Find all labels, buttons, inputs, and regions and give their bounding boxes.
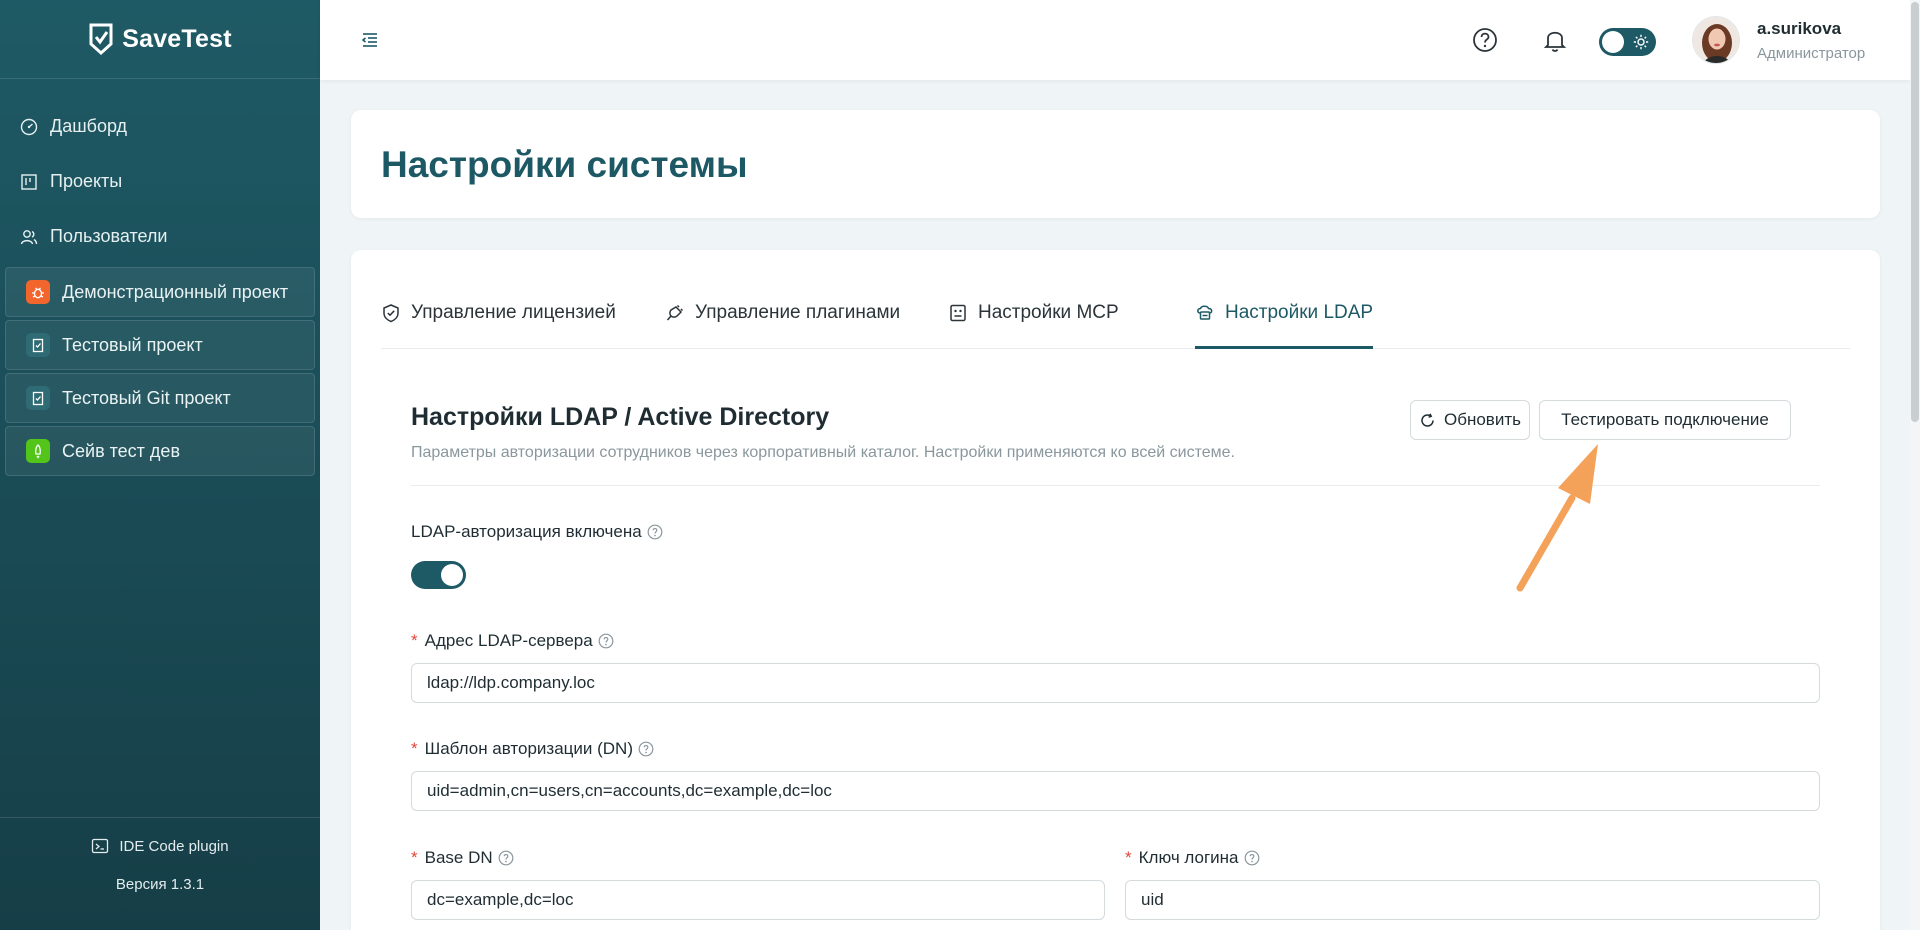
user-name[interactable]: a.surikova bbox=[1757, 19, 1841, 39]
question-icon[interactable] bbox=[498, 850, 514, 866]
user-avatar[interactable] bbox=[1692, 16, 1740, 64]
base-dn-text: Base DN bbox=[424, 848, 493, 867]
question-icon[interactable] bbox=[598, 633, 614, 649]
ldap-section-subtitle: Параметры авторизации сотрудников через … bbox=[411, 444, 1235, 461]
tab-label: Настройки MCP bbox=[978, 302, 1119, 323]
brand[interactable]: SaveTest bbox=[0, 0, 320, 79]
login-key-label: * Ключ логина bbox=[1125, 848, 1260, 868]
theme-toggle-knob bbox=[1602, 31, 1624, 53]
ldap-enabled-label: LDAP-авторизация включена bbox=[411, 522, 663, 542]
required-mark: * bbox=[411, 631, 418, 650]
server-address-text: Адрес LDAP-сервера bbox=[424, 631, 593, 650]
app-version: Версия 1.3.1 bbox=[115, 876, 205, 893]
question-icon[interactable] bbox=[647, 524, 663, 540]
kanban-icon bbox=[21, 173, 37, 190]
login-key-input[interactable] bbox=[1125, 880, 1820, 920]
sun-icon bbox=[1633, 34, 1649, 50]
sidebar-item-projects[interactable]: Проекты bbox=[0, 154, 320, 209]
settings-tabs: Управление лицензией Управление плагинам… bbox=[381, 250, 1850, 349]
project-label: Тестовый проект bbox=[62, 334, 203, 355]
required-mark: * bbox=[411, 739, 418, 758]
question-icon[interactable] bbox=[1244, 850, 1260, 866]
sidebar-item-dashboard[interactable]: Дашборд bbox=[0, 99, 320, 154]
sidebar: SaveTest Дашборд Проекты Пользователи Де… bbox=[0, 0, 320, 930]
tab-mcp[interactable]: Настройки MCP bbox=[948, 302, 1119, 349]
dn-template-label: * Шаблон авторизации (DN) bbox=[411, 739, 654, 759]
settings-card: Управление лицензией Управление плагинам… bbox=[351, 250, 1880, 930]
brand-name: SaveTest bbox=[122, 24, 232, 53]
project-item-test[interactable]: Тестовый проект bbox=[5, 320, 315, 370]
savetest-logo-icon bbox=[89, 23, 113, 56]
required-mark: * bbox=[1125, 848, 1132, 867]
clipboard-check-icon bbox=[26, 386, 50, 410]
project-label: Сейв тест дев bbox=[62, 440, 181, 461]
dashboard-icon bbox=[20, 118, 38, 135]
project-label: Тестовый Git проект bbox=[62, 387, 231, 408]
ldap-enabled-switch[interactable] bbox=[411, 561, 466, 589]
refresh-button[interactable]: Обновить bbox=[1410, 400, 1530, 440]
tab-label: Управление плагинами bbox=[695, 302, 901, 323]
user-photo bbox=[1693, 17, 1739, 63]
users-icon bbox=[20, 229, 38, 244]
ide-plugin-link[interactable]: IDE Code plugin bbox=[0, 818, 320, 874]
page-title: Настройки системы bbox=[381, 144, 748, 185]
server-address-label: * Адрес LDAP-сервера bbox=[411, 631, 614, 651]
tab-plugins[interactable]: Управление плагинами bbox=[665, 302, 900, 349]
sidebar-item-label: Пользователи bbox=[50, 226, 168, 246]
server-address-input[interactable] bbox=[411, 663, 1820, 703]
project-list: Демонстрационный проект Тестовый проект … bbox=[0, 267, 320, 476]
scrollbar-thumb[interactable] bbox=[1911, 2, 1919, 422]
dn-template-text: Шаблон авторизации (DN) bbox=[424, 739, 633, 758]
tab-license[interactable]: Управление лицензией bbox=[381, 302, 616, 349]
terminal-icon bbox=[92, 838, 109, 854]
plug-icon bbox=[666, 304, 684, 321]
rocket-icon bbox=[26, 439, 50, 463]
project-item-git[interactable]: Тестовый Git проект bbox=[5, 373, 315, 423]
tab-label: Настройки LDAP bbox=[1225, 302, 1374, 323]
test-connection-label: Тестировать подключение bbox=[1561, 410, 1769, 429]
base-dn-input[interactable] bbox=[411, 880, 1105, 920]
project-item-save-dev[interactable]: Сейв тест дев bbox=[5, 426, 315, 476]
switch-knob bbox=[441, 564, 463, 586]
base-dn-label: * Base DN bbox=[411, 848, 514, 868]
help-icon[interactable] bbox=[1471, 26, 1499, 54]
sidebar-item-users[interactable]: Пользователи bbox=[0, 209, 320, 264]
project-label: Демонстрационный проект bbox=[62, 281, 289, 302]
login-key-text: Ключ логина bbox=[1138, 848, 1239, 867]
sidebar-item-label: Дашборд bbox=[50, 116, 128, 136]
page-title-card: Настройки системы bbox=[351, 110, 1880, 218]
required-mark: * bbox=[411, 848, 418, 867]
sidebar-footer: IDE Code plugin Версия 1.3.1 bbox=[0, 817, 320, 930]
notification-bell-icon[interactable] bbox=[1541, 26, 1569, 54]
menu-collapse-icon[interactable] bbox=[360, 30, 380, 50]
tab-ldap[interactable]: Настройки LDAP bbox=[1195, 302, 1374, 349]
question-icon[interactable] bbox=[638, 741, 654, 757]
page-scrollbar[interactable] bbox=[1910, 0, 1920, 930]
refresh-button-label: Обновить bbox=[1444, 410, 1521, 429]
user-role: Администратор bbox=[1757, 45, 1866, 62]
annotation-arrow-icon bbox=[1516, 444, 1598, 592]
refresh-icon bbox=[1421, 412, 1434, 427]
dn-template-input[interactable] bbox=[411, 771, 1820, 811]
top-header: a.surikova Администратор bbox=[320, 0, 1910, 80]
theme-toggle[interactable] bbox=[1599, 28, 1656, 56]
test-connection-button[interactable]: Тестировать подключение bbox=[1539, 400, 1791, 440]
shield-check-icon bbox=[383, 304, 399, 323]
ldap-section-title: Настройки LDAP / Active Directory bbox=[411, 403, 830, 431]
project-item-demo[interactable]: Демонстрационный проект bbox=[5, 267, 315, 317]
clipboard-check-icon bbox=[26, 333, 50, 357]
sidebar-item-label: Проекты bbox=[50, 171, 123, 191]
robot-icon bbox=[950, 304, 966, 322]
sidebar-nav: Дашборд Проекты Пользователи bbox=[0, 79, 320, 264]
tab-label: Управление лицензией bbox=[411, 302, 616, 323]
ide-plugin-label: IDE Code plugin bbox=[119, 837, 229, 855]
bug-icon bbox=[26, 280, 50, 304]
cloud-server-icon bbox=[1197, 305, 1213, 320]
ldap-enabled-text: LDAP-авторизация включена bbox=[411, 522, 642, 541]
